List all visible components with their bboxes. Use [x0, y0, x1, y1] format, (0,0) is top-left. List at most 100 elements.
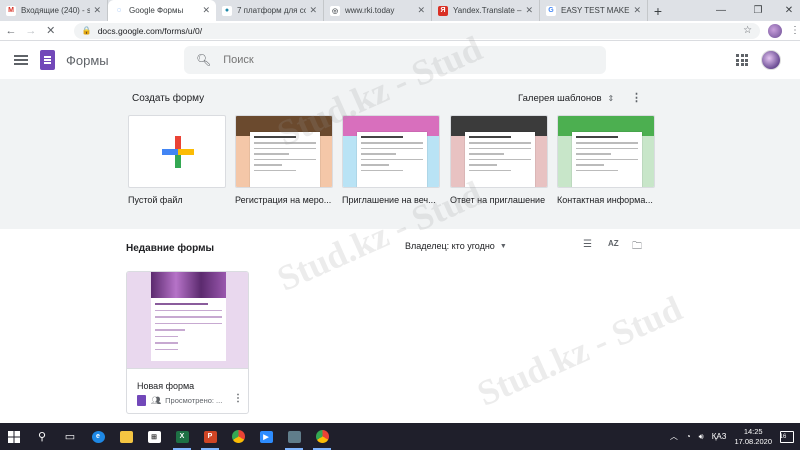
close-tab-icon[interactable]: ✕ — [417, 5, 425, 16]
forms-logo-icon[interactable] — [40, 50, 55, 70]
task-view-icon[interactable]: ▭ — [56, 423, 84, 450]
main-menu-icon[interactable] — [14, 55, 28, 65]
caret-down-icon: ▼ — [499, 242, 507, 250]
windows-taskbar: ⚲ ▭ e ⊞ X P ▶ ︿ ◔ 🔊︎ ҚАЗ 14:25 17.08.202… — [0, 423, 800, 450]
tab-title: Yandex.Translate – dicti — [453, 6, 522, 15]
shared-users-icon: 👥︎ — [151, 396, 162, 405]
template-card[interactable]: Пустой файл — [128, 115, 226, 205]
new-tab-button[interactable]: + — [648, 0, 668, 21]
tab-title: Входящие (240) - s.bot — [21, 6, 91, 15]
edge-icon[interactable]: e — [84, 423, 112, 450]
minimize-icon[interactable]: — — [710, 0, 732, 21]
browser-tab[interactable]: M Входящие (240) - s.bot✕ — [0, 0, 108, 21]
language-indicator[interactable]: ҚАЗ — [712, 432, 727, 441]
notification-count: 16 — [779, 433, 787, 440]
tray-arrow-icon[interactable]: ︿ — [670, 431, 678, 442]
notification-center-icon[interactable]: 16 — [779, 430, 794, 443]
template-thumbnail — [235, 115, 333, 188]
google-apps-icon[interactable] — [736, 54, 748, 66]
windows-start-icon[interactable] — [0, 423, 28, 450]
folder-icon[interactable]: 🗀 — [632, 239, 642, 256]
globe-icon: ◎ — [330, 5, 340, 16]
browser-tab[interactable]: ◌ Google Формы ✕ — [108, 0, 216, 21]
tab-title: 7 платформ для созда — [237, 6, 307, 15]
address-bar[interactable]: 🔒 docs.google.com/forms/u/0/ ☆ — [73, 22, 761, 39]
system-tray: ︿ ◔ 🔊︎ ҚАЗ 14:25 17.08.2020 16 — [670, 423, 800, 450]
account-avatar[interactable] — [761, 50, 781, 70]
zoom-icon[interactable]: ▶ — [252, 423, 280, 450]
list-view-icon[interactable]: ☰ — [583, 239, 592, 250]
search-box[interactable]: 🔍︎ — [184, 46, 606, 74]
template-thumbnail — [128, 115, 226, 188]
form-more-icon[interactable]: ⋮ — [233, 393, 243, 404]
template-gallery-toggle[interactable]: Галерея шаблонов ⇕ — [518, 93, 614, 104]
google-icon: G — [546, 5, 556, 16]
template-label: Контактная информа... — [557, 195, 653, 205]
template-card[interactable]: Приглашение на веч... — [342, 115, 440, 205]
close-tab-icon[interactable]: ✕ — [525, 5, 533, 16]
template-card[interactable]: Контактная информа... — [557, 115, 655, 205]
forms-file-icon — [137, 395, 146, 406]
unfold-icon: ⇕ — [607, 94, 615, 103]
template-thumbnail — [557, 115, 655, 188]
clock[interactable]: 14:25 17.08.2020 — [734, 427, 772, 447]
template-thumbnail — [342, 115, 440, 188]
recent-forms-title: Недавние формы — [126, 243, 215, 254]
search-input[interactable] — [223, 54, 584, 66]
tab-title: EASY TEST MAKER - Go — [561, 6, 630, 15]
lock-icon: 🔒 — [81, 26, 92, 35]
volume-icon[interactable]: 🔊︎ — [699, 432, 704, 442]
browser-tab-strip: MВходящие (240) - s.bot✕◌Google Формы✕●7… — [0, 0, 800, 21]
gallery-more-icon[interactable]: ⋮ — [631, 91, 642, 104]
forward-icon[interactable]: → — [22, 22, 40, 40]
powerpoint-icon[interactable]: P — [196, 423, 224, 450]
template-label: Пустой файл — [128, 195, 183, 205]
tab-title: Google Формы — [129, 6, 184, 15]
close-window-icon[interactable]: ✕ — [778, 0, 800, 21]
template-gallery: Создать форму Галерея шаблонов ⇕ ⋮ Пусто… — [0, 79, 800, 229]
store-icon[interactable]: ⊞ — [140, 423, 168, 450]
close-tab-icon[interactable]: ✕ — [309, 5, 317, 16]
owner-filter-dropdown[interactable]: Владелец: кто угодно ▼ — [405, 241, 507, 251]
restore-icon[interactable]: ❐ — [747, 0, 769, 21]
form-card[interactable]: Новая форма 👥︎ Просмотрено: ... ⋮ — [126, 271, 249, 414]
close-tab-icon[interactable]: ✕ — [93, 5, 101, 16]
yandex-icon: Я — [438, 5, 448, 16]
chrome-menu-icon[interactable]: ⋮ — [790, 25, 800, 36]
monitor-app-icon[interactable] — [280, 423, 308, 450]
template-label: Регистрация на меро... — [235, 195, 332, 205]
form-preview-thumbnail — [127, 272, 248, 369]
form-viewed-text: Просмотрено: ... — [165, 396, 223, 405]
close-tab-icon[interactable]: ✕ — [633, 5, 641, 16]
excel-icon[interactable]: X — [168, 423, 196, 450]
stop-loading-icon[interactable]: ✕ — [42, 22, 60, 40]
clock-date: 17.08.2020 — [734, 436, 772, 446]
browser-tab[interactable]: G EASY TEST MAKER - Go✕ — [540, 0, 648, 21]
browser-toolbar: ← → ✕ 🔒 docs.google.com/forms/u/0/ ☆ ⋮ — [0, 21, 800, 41]
loading-icon: ◌ — [114, 5, 124, 16]
template-card[interactable]: Регистрация на меро... — [235, 115, 333, 205]
bookmark-star-icon[interactable]: ☆ — [743, 25, 752, 36]
back-icon[interactable]: ← — [2, 22, 20, 40]
chrome-icon[interactable] — [224, 423, 252, 450]
tab-title: www.rki.today — [345, 6, 395, 15]
clock-time: 14:25 — [743, 426, 763, 436]
network-icon[interactable]: ◔ — [686, 432, 691, 441]
browser-tab[interactable]: ◎ www.rki.today ✕ — [324, 0, 432, 21]
browser-tab[interactable]: Я Yandex.Translate – dicti✕ — [432, 0, 540, 21]
file-explorer-icon[interactable] — [112, 423, 140, 450]
watermark-text: Stud.kz - Stud — [471, 288, 688, 414]
form-meta: 👥︎ Просмотрено: ... — [137, 395, 222, 406]
url-text: docs.google.com/forms/u/0/ — [97, 25, 203, 36]
form-name: Новая форма — [137, 381, 195, 391]
template-card[interactable]: Ответ на приглашение — [450, 115, 548, 205]
app-title[interactable]: Формы — [66, 53, 109, 68]
search-icon[interactable]: 🔍︎ — [196, 53, 211, 67]
close-tab-icon[interactable]: ✕ — [202, 5, 210, 16]
template-label: Ответ на приглашение — [450, 195, 546, 205]
chrome-profile-avatar[interactable] — [768, 23, 782, 38]
browser-tab[interactable]: ● 7 платформ для созда✕ — [216, 0, 324, 21]
sort-az-icon[interactable]: AZ — [608, 239, 619, 248]
chrome-icon[interactable] — [308, 423, 336, 450]
search-icon[interactable]: ⚲ — [28, 423, 56, 450]
